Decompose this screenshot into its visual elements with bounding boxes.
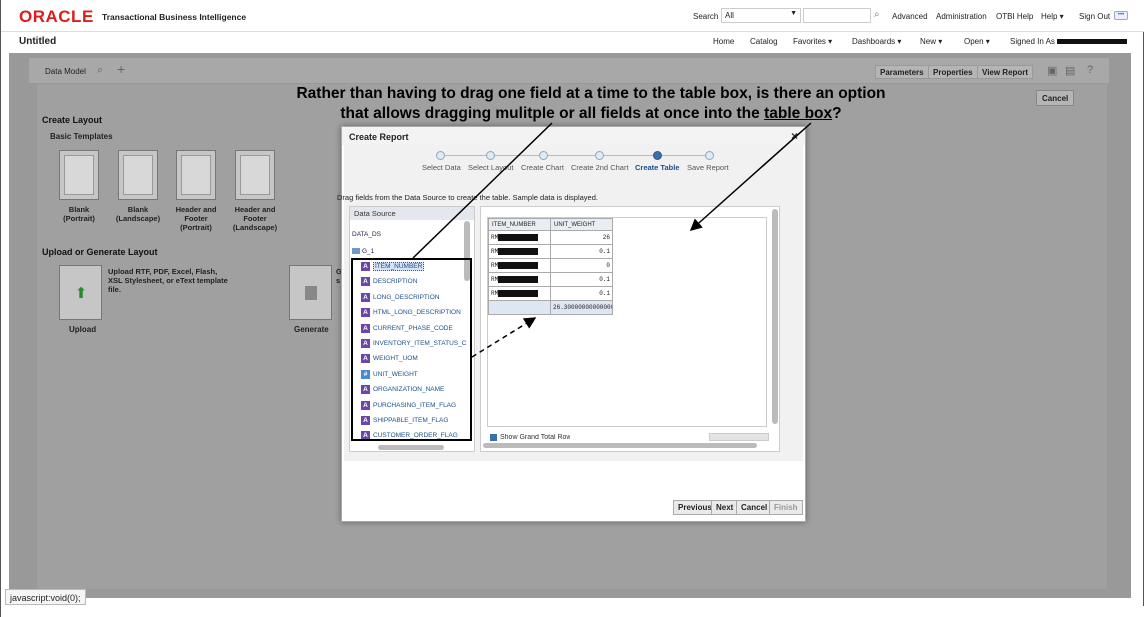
window-bottom [1, 606, 1144, 617]
app-window: ORACLE Transactional Business Intelligen… [0, 0, 1144, 617]
annotation-arrows [412, 122, 812, 358]
arrow-to-fields [412, 122, 553, 259]
status-bar: javascript:void(0); [5, 589, 86, 605]
dashed-drag-arrow [471, 317, 537, 358]
arrow-to-table [689, 122, 812, 231]
